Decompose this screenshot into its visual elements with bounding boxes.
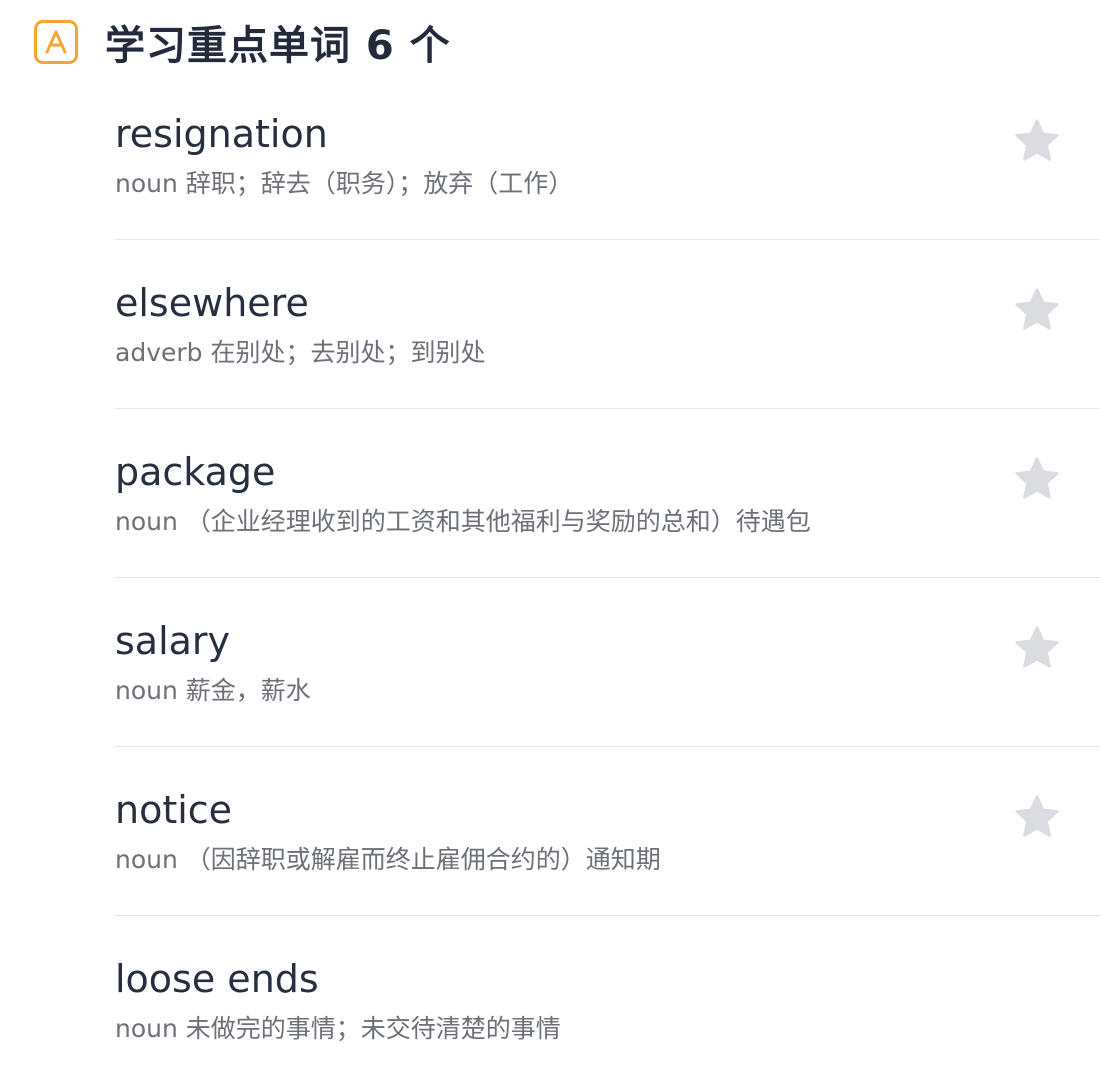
word-item-salary[interactable]: salary noun 薪金，薪水 bbox=[115, 578, 1100, 747]
word-definition: adverb 在别处；去别处；到别处 bbox=[115, 338, 486, 367]
star-icon[interactable] bbox=[1012, 116, 1062, 166]
word-text: loose ends bbox=[115, 957, 319, 1001]
word-text: resignation bbox=[115, 112, 328, 156]
word-item-resignation[interactable]: resignation noun 辞职；辞去（职务）；放弃（工作） bbox=[115, 71, 1100, 240]
star-icon[interactable] bbox=[1012, 792, 1062, 842]
letter-a-badge-icon bbox=[34, 20, 78, 64]
word-list: resignation noun 辞职；辞去（职务）；放弃（工作） elsewh… bbox=[115, 71, 1100, 1084]
star-icon[interactable] bbox=[1012, 623, 1062, 673]
section-title: 学习重点单词 6 个 bbox=[105, 23, 451, 69]
star-icon[interactable] bbox=[1012, 285, 1062, 335]
word-definition: noun 薪金，薪水 bbox=[115, 676, 311, 705]
word-text: notice bbox=[115, 788, 233, 832]
word-text: elsewhere bbox=[115, 281, 309, 325]
word-item-elsewhere[interactable]: elsewhere adverb 在别处；去别处；到别处 bbox=[115, 240, 1100, 409]
word-text: salary bbox=[115, 619, 231, 663]
word-item-loose-ends[interactable]: loose ends noun 未做完的事情；未交待清楚的事情 bbox=[115, 916, 1100, 1084]
word-definition: noun 未做完的事情；未交待清楚的事情 bbox=[115, 1014, 561, 1043]
word-item-package[interactable]: package noun （企业经理收到的工资和其他福利与奖励的总和）待遇包 bbox=[115, 409, 1100, 578]
word-definition: noun 辞职；辞去（职务）；放弃（工作） bbox=[115, 169, 574, 198]
star-icon[interactable] bbox=[1012, 454, 1062, 504]
word-item-notice[interactable]: notice noun （因辞职或解雇而终止雇佣合约的）通知期 bbox=[115, 747, 1100, 916]
section-header: 学习重点单词 6 个 bbox=[34, 14, 451, 70]
word-text: package bbox=[115, 450, 276, 494]
word-definition: noun （因辞职或解雇而终止雇佣合约的）通知期 bbox=[115, 845, 661, 874]
word-definition: noun （企业经理收到的工资和其他福利与奖励的总和）待遇包 bbox=[115, 507, 811, 536]
